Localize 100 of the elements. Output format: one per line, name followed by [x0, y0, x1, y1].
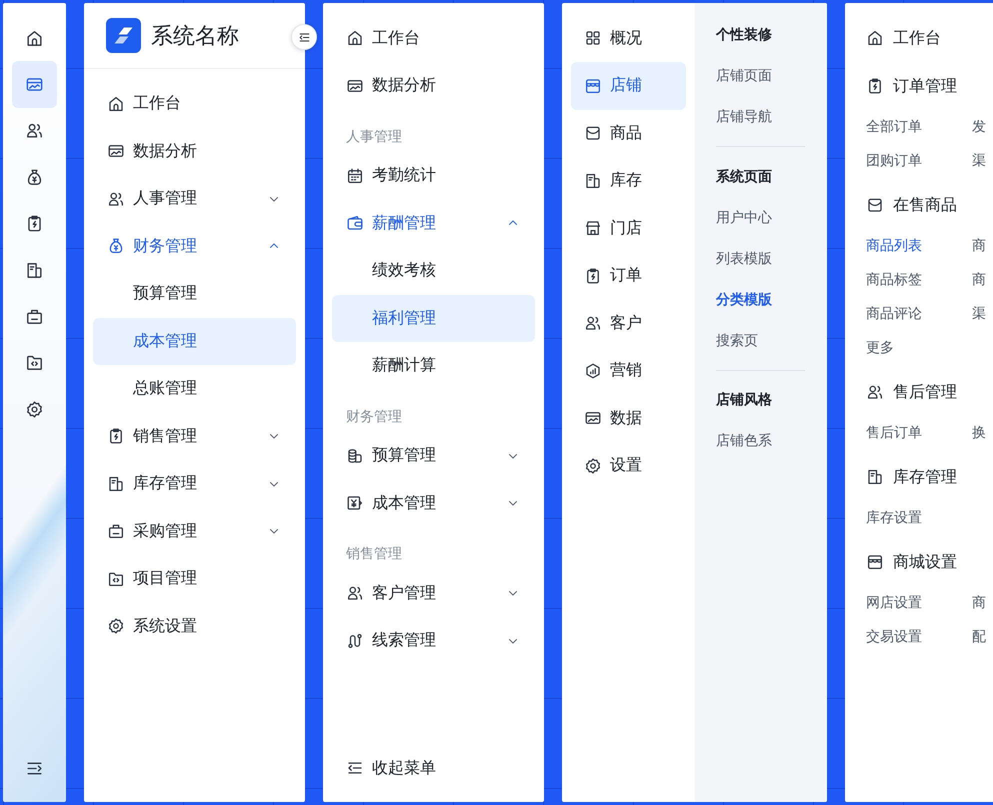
document-icon [584, 172, 602, 190]
menu-group[interactable]: 预算管理 [332, 432, 535, 480]
menu-link[interactable]: 商品评论 [866, 305, 922, 323]
menu-arrow-icon [298, 30, 310, 44]
nav-item[interactable]: 店铺 [571, 62, 686, 110]
coins-icon [346, 446, 364, 465]
nav-item[interactable]: 概况 [571, 14, 686, 62]
menu-link[interactable]: 工作台 [893, 28, 941, 48]
menu-link[interactable]: 更多 [866, 339, 894, 357]
menu-link[interactable]: 店铺导航 [716, 108, 772, 126]
gear-icon [107, 617, 125, 636]
submenu-item[interactable]: 绩效考核 [332, 247, 535, 294]
menu-group[interactable]: 成本管理 [332, 480, 535, 527]
menu-item[interactable]: 考勤统计 [332, 152, 535, 200]
section-heading: 个性装修 [716, 26, 772, 44]
menu-link[interactable]: 交易设置 [866, 628, 922, 646]
menu-link[interactable]: 商品列表 [866, 237, 922, 255]
document-icon [25, 260, 44, 280]
menu-group[interactable]: 线索管理 [332, 617, 535, 664]
section-label: 财务管理 [346, 408, 402, 424]
wallet-icon [346, 214, 364, 232]
submenu-item[interactable]: 福利管理 [332, 294, 535, 342]
envelope-icon [584, 124, 602, 142]
logo-icon [106, 18, 141, 53]
people-icon [866, 383, 884, 401]
menu-item[interactable]: 工作台 [332, 14, 535, 62]
menu-group[interactable]: 财务管理 [93, 222, 296, 270]
menu-link[interactable]: 列表模版 [716, 250, 772, 268]
menu-link[interactable]: 换 [972, 424, 986, 442]
section-heading: 系统页面 [716, 168, 772, 186]
shop-icon [584, 76, 602, 95]
collapse-menu-button[interactable]: 收起菜单 [332, 744, 535, 792]
menu-link[interactable]: 用户中心 [716, 208, 772, 226]
menu-link[interactable]: 配 [972, 628, 986, 646]
nav-item[interactable]: 商品 [571, 110, 686, 157]
store-icon [584, 219, 602, 238]
submenu-item[interactable]: 成本管理 [93, 318, 296, 365]
yen-card-icon [346, 494, 364, 512]
menu-link[interactable]: 发 [972, 118, 986, 136]
menu-link[interactable]: 网店设置 [866, 594, 922, 612]
menu-item[interactable]: 数据分析 [332, 62, 535, 110]
section-heading: 订单管理 [893, 76, 957, 96]
people-icon [584, 314, 602, 332]
menu-link[interactable]: 团购订单 [866, 152, 922, 170]
submenu-item[interactable]: 预算管理 [93, 270, 296, 318]
clipboard-icon [866, 77, 884, 95]
clipboard-icon [107, 427, 125, 446]
envelope-icon [866, 196, 884, 214]
section-heading: 售后管理 [893, 382, 957, 402]
submenu-item[interactable]: 总账管理 [93, 365, 296, 412]
briefcase-icon [25, 307, 44, 326]
home-icon [25, 28, 44, 48]
nav-item[interactable]: 订单 [571, 252, 686, 300]
section-heading: 库存管理 [893, 466, 957, 488]
nav-item[interactable]: 营销 [571, 347, 686, 394]
app-title: 系统名称 [151, 22, 239, 50]
money-bag-icon [25, 168, 44, 187]
menu-link[interactable]: 店铺色系 [716, 432, 772, 450]
menu-item[interactable]: 项目管理 [93, 555, 296, 602]
menu-link[interactable]: 分类模版 [716, 290, 772, 308]
menu-link[interactable]: 渠 [972, 305, 986, 323]
menu-link[interactable]: 库存设置 [866, 509, 922, 527]
submenu-item[interactable]: 薪酬计算 [332, 342, 535, 390]
document-icon [866, 468, 884, 486]
gear-icon [584, 456, 602, 475]
menu-group[interactable]: 人事管理 [93, 175, 296, 222]
nav-item[interactable]: 数据 [571, 394, 686, 442]
menu-link[interactable]: 渠 [972, 152, 986, 170]
people-icon [107, 190, 125, 208]
nav-item[interactable]: 门店 [571, 204, 686, 252]
nav-item[interactable]: 设置 [571, 442, 686, 490]
section-label: 销售管理 [346, 546, 402, 562]
menu-item[interactable]: 系统设置 [93, 602, 296, 650]
document-icon [107, 474, 125, 493]
nav-item[interactable]: 库存 [571, 157, 686, 204]
clipboard-icon [584, 266, 602, 285]
menu-link[interactable]: 搜索页 [716, 332, 758, 350]
hexagon-chart-icon [584, 362, 602, 380]
nav-item[interactable]: 客户 [571, 300, 686, 347]
menu-group[interactable]: 客户管理 [332, 570, 535, 617]
menu-link[interactable]: 商 [972, 271, 986, 289]
menu-link[interactable]: 店铺页面 [716, 67, 772, 85]
menu-group[interactable]: 销售管理 [93, 412, 296, 460]
section-label: 人事管理 [346, 128, 402, 144]
menu-group[interactable]: 采购管理 [93, 508, 296, 555]
menu-link[interactable]: 商 [972, 237, 986, 255]
menu-item[interactable]: 数据分析 [93, 128, 296, 175]
collapse-button[interactable] [291, 24, 317, 50]
menu-group[interactable]: 薪酬管理 [332, 200, 535, 247]
section-heading: 商城设置 [893, 552, 957, 572]
menu-link[interactable]: 商品标签 [866, 271, 922, 289]
menu-item[interactable]: 工作台 [93, 80, 296, 128]
menu-link[interactable]: 全部订单 [866, 118, 922, 136]
menu-group[interactable]: 库存管理 [93, 460, 296, 508]
people-icon [346, 584, 364, 602]
people-icon [25, 121, 44, 140]
home-icon [346, 29, 364, 48]
menu-link[interactable]: 商 [972, 594, 986, 612]
code-folder-icon [25, 353, 44, 372]
menu-link[interactable]: 售后订单 [866, 424, 922, 442]
